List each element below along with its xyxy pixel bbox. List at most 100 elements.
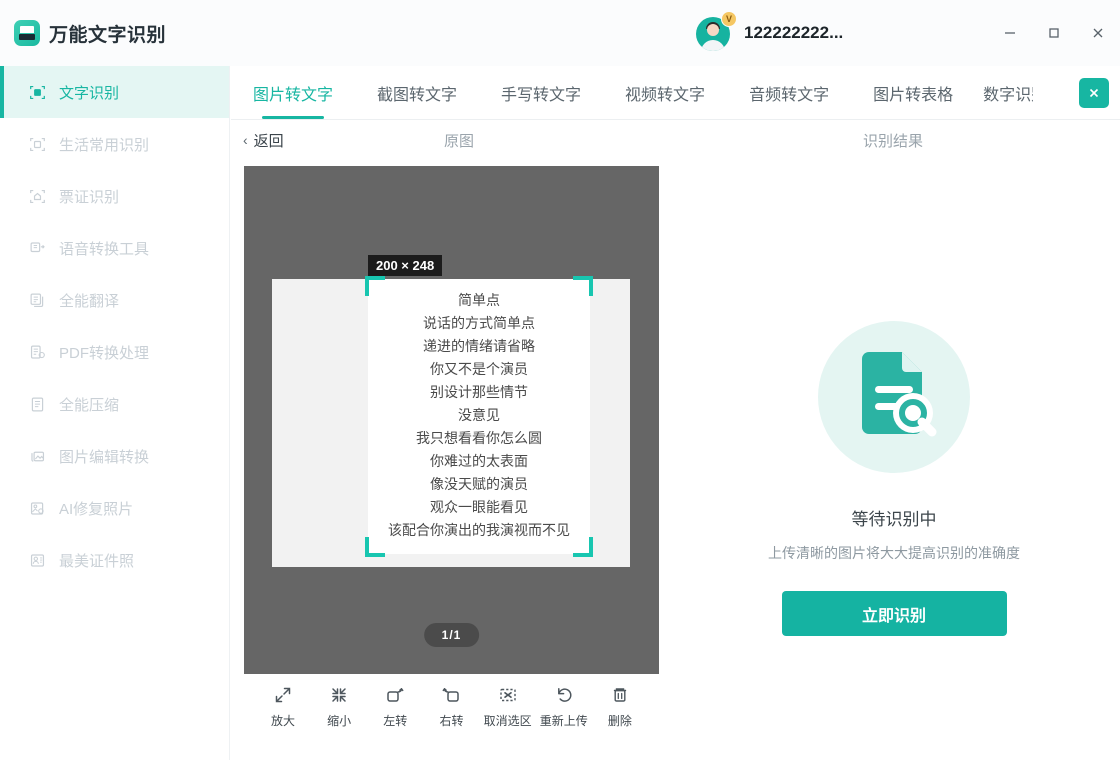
tab-label: 音频转文字: [749, 86, 830, 104]
selection-handle-top-left[interactable]: [365, 276, 385, 296]
tab-audio-to-text[interactable]: 音频转文字: [727, 66, 851, 119]
tab-label: 图片转表格: [873, 86, 954, 104]
recognize-now-button[interactable]: 立即识别: [781, 591, 1007, 636]
ai-restore-icon: [28, 499, 47, 518]
document-line: 别设计那些情节: [430, 384, 528, 400]
sidebar-item-label: 最美证件照: [59, 552, 135, 570]
cancel-selection-icon: [498, 682, 518, 708]
avatar[interactable]: V: [696, 11, 737, 52]
sidebar-item-image-edit[interactable]: 图片编辑转换: [0, 430, 229, 482]
document-line: 观众一眼能看见: [430, 499, 528, 515]
window-controls: [988, 0, 1120, 66]
selection-box[interactable]: 200 × 248 简单点 说话的方式简单点 递进的情绪请省略 你又不是个演员 …: [365, 255, 593, 557]
document-line: 像没天赋的演员: [430, 476, 528, 492]
avatar-body: [701, 40, 725, 51]
sidebar-item-daily-recognition[interactable]: 生活常用识别: [0, 118, 229, 170]
tab-label: 视频转文字: [625, 86, 706, 104]
avatar-head: [707, 24, 719, 36]
image-toolbar: 放大 缩小 左转 右转 取消选区 重新上传 删除: [244, 682, 659, 742]
delete-button[interactable]: 删除: [593, 682, 647, 729]
document-line: 没意见: [458, 407, 500, 423]
sidebar-item-compress[interactable]: 全能压缩: [0, 378, 229, 430]
cancel-selection-button[interactable]: 取消选区: [481, 682, 535, 729]
tab-label: 截图转文字: [377, 86, 458, 104]
voice-convert-icon: [28, 239, 47, 258]
title-bar: 万能文字识别 V 122222222...: [0, 0, 1120, 66]
rotate-left-icon: [385, 682, 405, 708]
document-line: 我只想看看你怎么圆: [416, 430, 542, 446]
sidebar-item-label: 票证识别: [59, 188, 120, 206]
ticket-recognition-icon: [28, 187, 47, 206]
compress-icon: [28, 395, 47, 414]
pdf-convert-icon: [28, 343, 47, 362]
daily-recognition-icon: [28, 135, 47, 154]
back-label: 返回: [253, 132, 284, 150]
tab-overflow-fade: [1050, 66, 1068, 119]
sidebar: 文字识别 生活常用识别 票证识别 语音转换工具 全能翻译 PDF转换处理 全能压…: [0, 66, 230, 760]
tab-image-to-text[interactable]: 图片转文字: [231, 66, 355, 119]
selection-handle-top-right[interactable]: [573, 276, 593, 296]
tool-label: 删除: [607, 714, 632, 728]
sidebar-item-label: 语音转换工具: [59, 240, 150, 258]
recognition-result-label: 识别结果: [863, 132, 924, 150]
sidebar-item-text-recognition[interactable]: 文字识别: [0, 66, 229, 118]
document-line: 你难过的太表面: [430, 453, 528, 469]
rotate-right-icon: [441, 682, 461, 708]
sidebar-item-label: 文字识别: [59, 84, 120, 102]
account-area[interactable]: V 122222222...: [696, 11, 844, 52]
tab-handwriting-to-text[interactable]: 手写转文字: [479, 66, 603, 119]
close-button[interactable]: [1076, 11, 1120, 55]
sidebar-item-translate[interactable]: 全能翻译: [0, 274, 229, 326]
sidebar-item-label: 全能翻译: [59, 292, 120, 310]
tab-label: 数字识别: [983, 86, 1033, 104]
vip-badge-icon: V: [721, 11, 737, 27]
minimize-button[interactable]: [988, 11, 1032, 55]
chevron-left-icon: ‹: [243, 132, 248, 148]
sidebar-item-label: PDF转换处理: [59, 344, 150, 362]
sidebar-item-ai-restore[interactable]: AI修复照片: [0, 482, 229, 534]
sub-header: ‹ 返回 原图 识别结果: [231, 120, 1120, 160]
zoom-out-button[interactable]: 缩小: [312, 682, 366, 729]
sidebar-item-id-photo[interactable]: 最美证件照: [0, 534, 229, 586]
tab-image-to-table[interactable]: 图片转表格: [851, 66, 975, 119]
document-page: 200 × 248 简单点 说话的方式简单点 递进的情绪请省略 你又不是个演员 …: [272, 255, 630, 567]
selection-size-badge: 200 × 248: [368, 255, 443, 276]
document-line: 该配合你演出的我演视而不见: [388, 522, 570, 538]
tab-close-icon[interactable]: [1079, 78, 1109, 108]
app-window: 万能文字识别 V 122222222... 文字识别 生活常用识别 票证识别 语…: [0, 0, 1120, 760]
document-line: 说话的方式简单点: [423, 315, 535, 331]
document-line: 你又不是个演员: [430, 361, 528, 377]
tab-video-to-text[interactable]: 视频转文字: [603, 66, 727, 119]
sidebar-item-label: 全能压缩: [59, 396, 120, 414]
image-preview-pane[interactable]: 200 × 248 简单点 说话的方式简单点 递进的情绪请省略 你又不是个演员 …: [244, 166, 659, 674]
zoom-in-button[interactable]: 放大: [256, 682, 310, 729]
back-button[interactable]: ‹ 返回: [243, 130, 284, 151]
sidebar-item-voice-convert[interactable]: 语音转换工具: [0, 222, 229, 274]
tab-screenshot-to-text[interactable]: 截图转文字: [355, 66, 479, 119]
id-photo-icon: [28, 551, 47, 570]
rotate-right-button[interactable]: 右转: [424, 682, 478, 729]
reupload-button[interactable]: 重新上传: [537, 682, 591, 729]
selection-handle-bottom-left[interactable]: [365, 537, 385, 557]
zoom-out-icon: [329, 682, 349, 708]
document-line: 简单点: [458, 292, 500, 308]
tool-label: 放大: [270, 714, 295, 728]
sidebar-item-ticket-recognition[interactable]: 票证识别: [0, 170, 229, 222]
original-image-label: 原图: [444, 132, 475, 150]
sidebar-item-pdf-convert[interactable]: PDF转换处理: [0, 326, 229, 378]
result-hint-text: 上传清晰的图片将大大提高识别的准确度: [768, 545, 1020, 561]
maximize-button[interactable]: [1032, 11, 1076, 55]
tab-label: 图片转文字: [253, 86, 334, 104]
tool-label: 重新上传: [539, 714, 588, 728]
recognition-result-pane: 等待识别中 上传清晰的图片将大大提高识别的准确度 立即识别: [668, 166, 1120, 674]
selection-handle-bottom-right[interactable]: [573, 537, 593, 557]
reupload-icon: [554, 682, 574, 708]
account-name: 122222222...: [744, 23, 844, 42]
tool-label: 右转: [439, 714, 464, 728]
result-status-text: 等待识别中: [851, 510, 937, 529]
translate-icon: [28, 291, 47, 310]
image-edit-icon: [28, 447, 47, 466]
tab-digit-recognition[interactable]: 数字识别: [975, 66, 1033, 119]
sidebar-item-label: AI修复照片: [59, 500, 134, 518]
rotate-left-button[interactable]: 左转: [368, 682, 422, 729]
